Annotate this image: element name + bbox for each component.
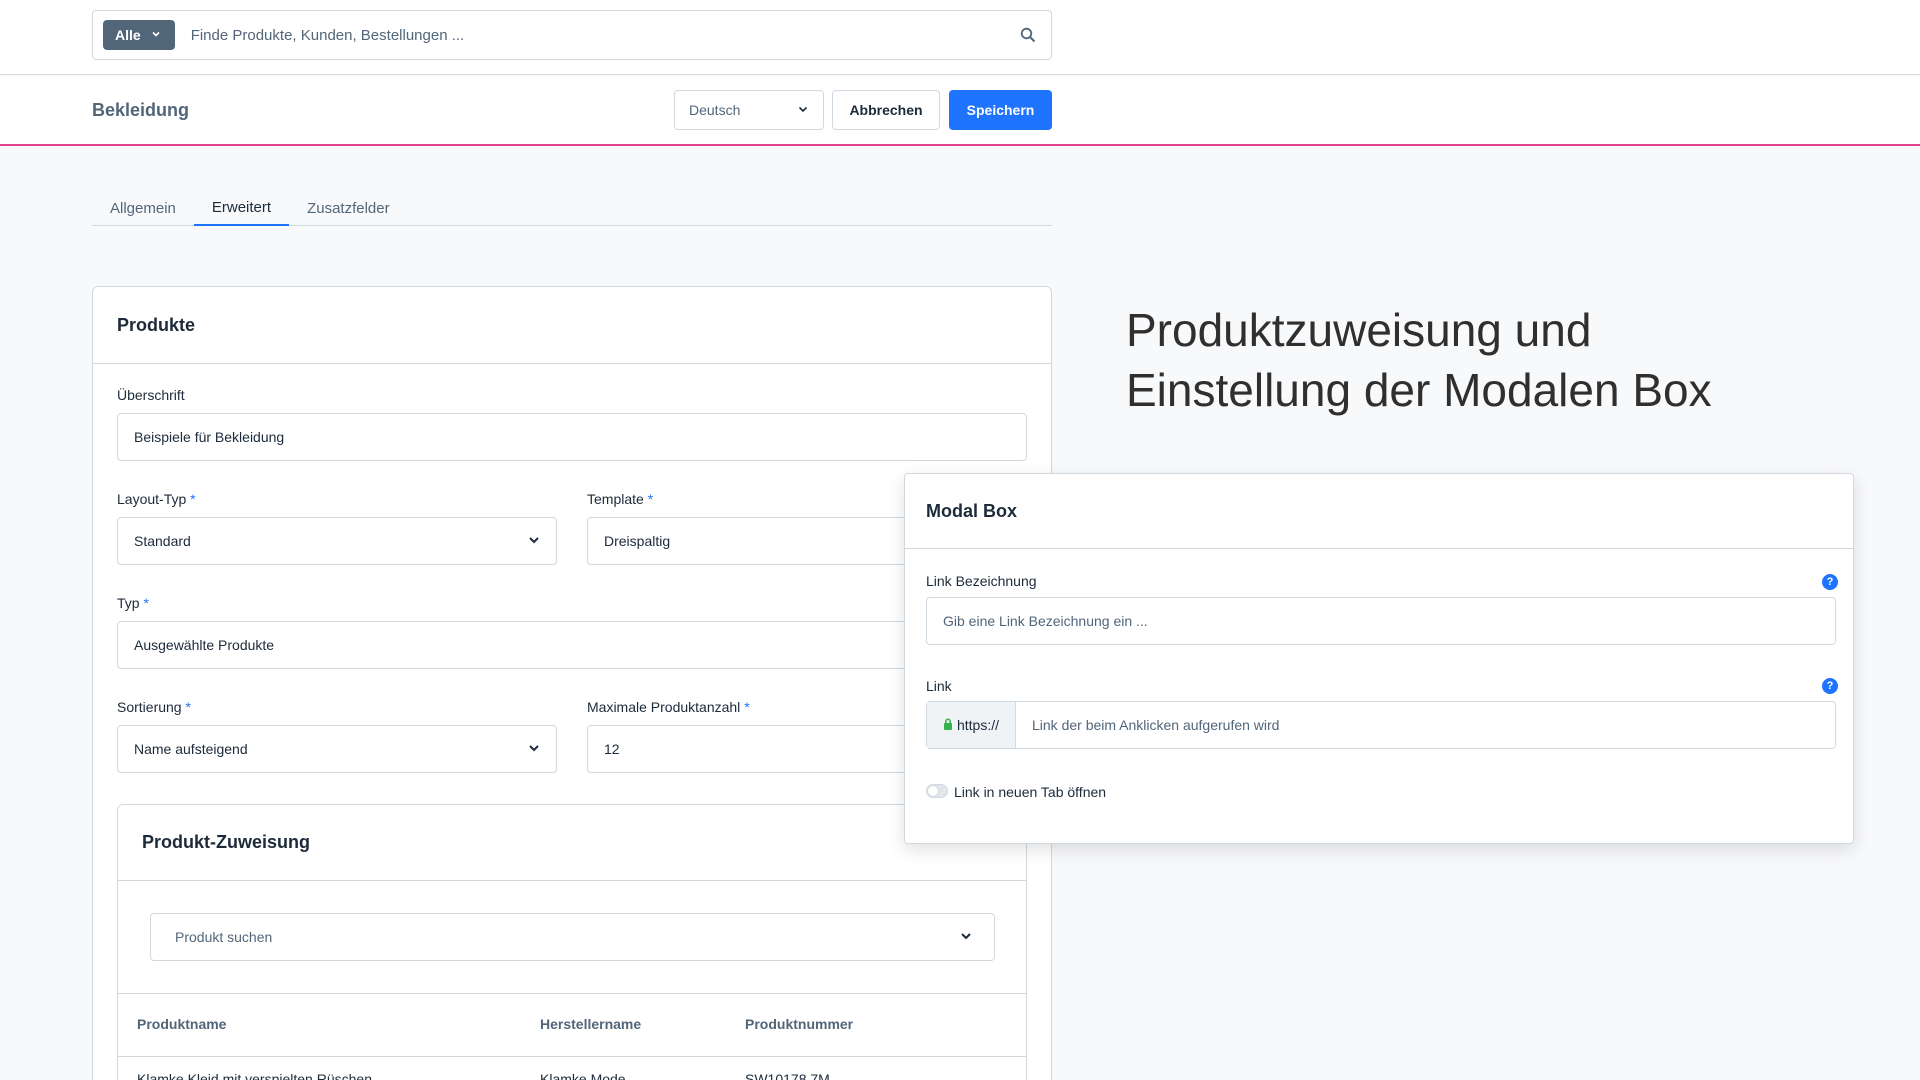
chevron-down-icon (797, 102, 809, 118)
column-header-product-name[interactable]: Produktname (137, 1016, 226, 1032)
layout-type-label: Layout-Typ * (117, 491, 196, 507)
product-search-placeholder: Produkt suchen (175, 929, 273, 945)
link-prefix-text: https:// (956, 717, 1000, 733)
headline-line-1: Produktzuweisung und (1126, 304, 1592, 356)
layout-type-value: Standard (134, 533, 191, 549)
modal-box-title: Modal Box (905, 474, 1853, 549)
cancel-button[interactable]: Abbrechen (832, 90, 940, 130)
search-scope-button[interactable]: Alle (103, 20, 175, 50)
modal-box-card: Modal Box Link Bezeichnung ? Gib eine Li… (904, 473, 1854, 844)
search-icon[interactable] (1005, 27, 1051, 43)
type-select[interactable]: Ausgewählte Produkte (117, 621, 1027, 669)
new-tab-toggle[interactable] (926, 784, 948, 798)
sort-label: Sortierung * (117, 699, 191, 715)
tab-zusatzfelder[interactable]: Zusatzfelder (289, 190, 408, 226)
language-value: Deutsch (689, 102, 741, 118)
cell-manufacturer: Klamke Mode (540, 1071, 626, 1080)
tab-erweitert[interactable]: Erweitert (193, 190, 290, 226)
tab-bar: Allgemein Erweitert Zusatzfelder (92, 190, 1052, 226)
chevron-down-icon (151, 29, 161, 42)
heading-value: Beispiele für Bekleidung (134, 429, 285, 445)
link-name-placeholder: Gib eine Link Bezeichnung ein ... (943, 613, 1148, 629)
chevron-down-icon (528, 742, 540, 757)
link-name-label: Link Bezeichnung (926, 573, 1037, 589)
language-select[interactable]: Deutsch (674, 90, 824, 130)
table-header: Produktname Herstellername Produktnummer (118, 993, 1026, 1057)
chevron-down-icon (528, 534, 540, 549)
max-products-label: Maximale Produktanzahl * (587, 699, 750, 715)
feature-headline: Produktzuweisung und Einstellung der Mod… (1126, 300, 1826, 420)
column-header-manufacturer[interactable]: Herstellername (540, 1016, 641, 1032)
chevron-down-icon (960, 929, 972, 945)
search-input[interactable] (190, 26, 1005, 44)
layout-type-select[interactable]: Standard (117, 517, 557, 565)
headline-line-2: Einstellung der Modalen Box (1126, 364, 1712, 416)
save-button[interactable]: Speichern (949, 90, 1052, 130)
search-scope-label: Alle (115, 27, 141, 43)
cell-product-name: Klamke Kleid mit verspielten Rüschen (137, 1071, 372, 1080)
template-value: Dreispaltig (604, 533, 671, 549)
type-value: Ausgewählte Produkte (134, 637, 275, 653)
heading-field[interactable]: Beispiele für Bekleidung (117, 413, 1027, 461)
column-header-product-number[interactable]: Produktnummer (745, 1016, 853, 1032)
help-icon[interactable]: ? (1822, 574, 1838, 590)
cell-product-number: SW10178.7M (745, 1071, 830, 1080)
link-name-input[interactable]: Gib eine Link Bezeichnung ein ... (926, 597, 1836, 645)
sort-select[interactable]: Name aufsteigend (117, 725, 557, 773)
link-prefix: https:// (927, 702, 1016, 748)
table-row[interactable]: Klamke Kleid mit verspielten Rüschen Kla… (118, 1057, 1026, 1080)
lock-icon (943, 717, 953, 733)
products-card-title: Produkte (93, 287, 1051, 364)
help-icon[interactable]: ? (1822, 678, 1838, 694)
global-search: Alle (92, 10, 1052, 60)
type-label: Typ * (117, 595, 149, 611)
page-title: Bekleidung (92, 100, 190, 120)
heading-label: Überschrift (117, 387, 185, 403)
link-input[interactable]: https:// Link der beim Anklicken aufgeru… (926, 701, 1836, 749)
tab-allgemein[interactable]: Allgemein (92, 190, 194, 226)
link-label: Link (926, 678, 952, 694)
new-tab-label: Link in neuen Tab öffnen (954, 784, 1107, 800)
template-label: Template * (587, 491, 654, 507)
product-assignment-card: Produkt-Zuweisung Produkt suchen Produkt… (117, 804, 1027, 1080)
top-bar: Alle (0, 0, 1920, 75)
max-products-value: 12 (604, 741, 620, 757)
sort-value: Name aufsteigend (134, 741, 248, 757)
link-placeholder: Link der beim Anklicken aufgerufen wird (1032, 717, 1280, 733)
product-assignment-title: Produkt-Zuweisung (118, 805, 1026, 881)
product-search-select[interactable]: Produkt suchen (150, 913, 995, 961)
row-actions-button[interactable]: ... (974, 1071, 986, 1080)
smart-bar: Bekleidung Deutsch Abbrechen Speichern (0, 76, 1920, 146)
